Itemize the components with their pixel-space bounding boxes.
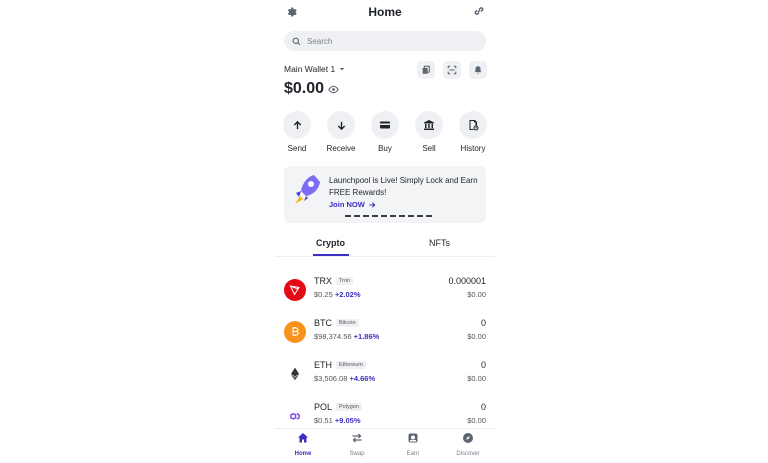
asset-amount: 0 bbox=[480, 402, 486, 412]
banner-text: Launchpool is Live! Simply Lock and Earn… bbox=[329, 176, 478, 197]
nav-home-label: Home bbox=[294, 451, 312, 457]
ethereum-icon bbox=[284, 363, 306, 385]
asset-amount: 0.000001 bbox=[448, 276, 486, 286]
bank-icon bbox=[424, 120, 434, 130]
asset-change: +1.86% bbox=[353, 332, 380, 341]
notifications-button[interactable] bbox=[469, 61, 487, 79]
balance-display: $0.00 bbox=[284, 80, 339, 98]
wallet-selector[interactable]: Main Wallet 1 bbox=[284, 64, 346, 74]
asset-change: +4.66% bbox=[349, 374, 376, 383]
arrow-up-icon bbox=[293, 120, 301, 129]
copy-address-button[interactable] bbox=[417, 61, 435, 79]
receive-label: Receive bbox=[326, 144, 356, 153]
rocket-icon bbox=[295, 175, 320, 204]
nav-swap[interactable]: Swap bbox=[337, 431, 377, 457]
history-button[interactable]: History bbox=[453, 111, 493, 153]
sell-label: Sell bbox=[422, 144, 436, 153]
balance-value: $0.00 bbox=[284, 80, 325, 97]
wallet-home-screen: Home Search Main Wallet 1 $0.00 Send Rec… bbox=[275, 0, 495, 463]
asset-symbol: TRX bbox=[314, 276, 332, 286]
nav-discover[interactable]: Discover bbox=[448, 431, 488, 457]
nav-earn-label: Earn bbox=[406, 451, 420, 457]
asset-symbol: ETH bbox=[314, 360, 332, 370]
banner-cta-link[interactable]: Join NOW bbox=[329, 200, 376, 209]
nav-divider bbox=[275, 428, 495, 429]
search-placeholder: Search bbox=[307, 36, 333, 46]
history-icon bbox=[469, 120, 479, 131]
chevron-down-icon bbox=[339, 68, 345, 71]
asset-name-tag: Bitcoin bbox=[336, 319, 359, 327]
buy-label: Buy bbox=[378, 144, 392, 153]
bell-icon bbox=[474, 66, 482, 74]
arrow-right-icon bbox=[369, 201, 376, 208]
banner-cta-label: Join NOW bbox=[329, 200, 365, 209]
nav-discover-label: Discover bbox=[456, 451, 480, 457]
asset-change: +2.02% bbox=[334, 290, 361, 299]
bitcoin-icon bbox=[284, 321, 306, 343]
link-icon[interactable] bbox=[472, 4, 486, 18]
asset-price: $3,506.08 bbox=[314, 374, 348, 383]
earn-icon bbox=[408, 433, 418, 443]
asset-price: $0.51 bbox=[314, 416, 333, 425]
bottom-navigation: Home Swap Earn Discover bbox=[275, 428, 495, 463]
banner-pagination bbox=[345, 215, 432, 217]
scan-icon bbox=[447, 65, 457, 75]
compass-icon bbox=[463, 433, 473, 443]
wallet-name: Main Wallet 1 bbox=[284, 64, 336, 74]
arrow-down-icon bbox=[337, 121, 345, 130]
search-input[interactable]: Search bbox=[284, 31, 486, 51]
asset-row-btc[interactable]: BTC Bitcoin $98,374.56 +1.86% 0 $0.00 bbox=[284, 318, 486, 354]
tron-icon bbox=[284, 279, 306, 301]
sell-button[interactable]: Sell bbox=[409, 111, 449, 153]
scan-button[interactable] bbox=[443, 61, 461, 79]
asset-name-tag: Polygon bbox=[336, 403, 362, 411]
swap-icon bbox=[352, 433, 362, 443]
asset-row-eth[interactable]: ETH Ethereum $3,506.08 +4.66% 0 $0.00 bbox=[284, 360, 486, 396]
eye-icon[interactable] bbox=[328, 84, 339, 95]
asset-price: $98,374.56 bbox=[314, 332, 352, 341]
home-icon bbox=[298, 433, 308, 443]
copy-icon bbox=[422, 65, 430, 74]
asset-name-tag: Tron bbox=[336, 277, 354, 285]
asset-value: $0.00 bbox=[467, 416, 486, 425]
asset-name-tag: Ethereum bbox=[336, 361, 366, 369]
search-icon bbox=[292, 37, 301, 45]
send-label: Send bbox=[287, 144, 307, 153]
buy-button[interactable]: Buy bbox=[365, 111, 405, 153]
asset-value: $0.00 bbox=[467, 374, 486, 383]
tabs-divider bbox=[275, 256, 495, 257]
receive-button[interactable]: Receive bbox=[321, 111, 361, 153]
asset-change: +9.05% bbox=[334, 416, 361, 425]
asset-amount: 0 bbox=[480, 360, 486, 370]
send-button[interactable]: Send bbox=[277, 111, 317, 153]
card-icon bbox=[380, 121, 390, 129]
asset-price: $0.25 bbox=[314, 290, 333, 299]
asset-row-trx[interactable]: TRX Tron $0.25 +2.02% 0.000001 $0.00 bbox=[284, 276, 486, 312]
nav-swap-label: Swap bbox=[349, 451, 365, 457]
history-label: History bbox=[460, 144, 486, 153]
asset-symbol: POL bbox=[314, 402, 333, 412]
asset-value: $0.00 bbox=[467, 332, 486, 341]
asset-symbol: BTC bbox=[314, 318, 332, 328]
polygon-icon bbox=[284, 405, 306, 427]
asset-value: $0.00 bbox=[467, 290, 486, 299]
nav-home[interactable]: Home bbox=[283, 431, 323, 457]
page-title: Home bbox=[368, 5, 402, 19]
asset-amount: 0 bbox=[480, 318, 486, 328]
tab-nfts[interactable]: NFTs bbox=[429, 238, 450, 248]
nav-earn[interactable]: Earn bbox=[393, 431, 433, 457]
tab-crypto[interactable]: Crypto bbox=[316, 238, 345, 248]
